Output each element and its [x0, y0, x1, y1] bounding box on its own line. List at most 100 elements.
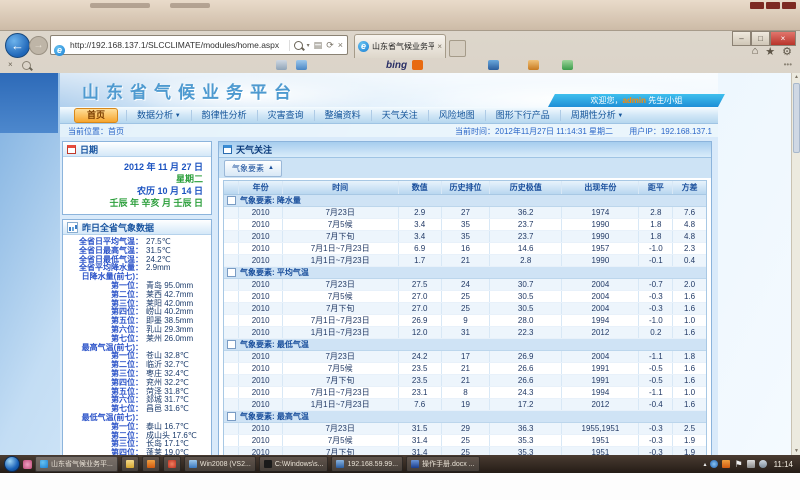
back-button[interactable]: ← [5, 33, 30, 58]
group-header-row[interactable]: 气象要素: 最高气温 [224, 411, 706, 423]
maximize-button[interactable]: □ [751, 31, 770, 46]
network-globe-icon[interactable] [710, 460, 718, 468]
page-scrollbar[interactable]: ▲ ▼ [791, 73, 800, 456]
row-select-cell [224, 181, 238, 194]
table-row[interactable]: 20107月23日31.52936.31955,1951-0.32.5 [224, 423, 706, 435]
table-row[interactable]: 20107月23日2.92736.219742.87.6 [224, 207, 706, 219]
table-cell: 1.6 [672, 375, 706, 386]
scroll-up-icon[interactable]: ▲ [792, 73, 800, 82]
table-row[interactable]: 20107月5候27.02530.52004-0.31.6 [224, 291, 706, 303]
table-row[interactable]: 20107月5候31.42535.31951-0.31.9 [224, 435, 706, 447]
url-text[interactable]: http://192.168.137.1/SLCCLIMATE/modules/… [65, 40, 289, 50]
search-icon[interactable] [294, 41, 303, 50]
table-row[interactable]: 20107月23日27.52430.72004-0.72.0 [224, 279, 706, 291]
compatibility-view-icon[interactable] [22, 61, 31, 72]
nav-item-周期性分析[interactable]: 周期性分析 ▼ [560, 110, 634, 121]
display-icon[interactable] [747, 460, 755, 468]
table-row[interactable]: 20101月1日~7月23日1.7212.81990-0.10.4 [224, 255, 706, 267]
favorites-star-icon[interactable]: ★ [765, 45, 775, 58]
table-row[interactable]: 20107月1日~7月23日23.1824.31994-1.11.0 [224, 387, 706, 399]
taskbar-word-window[interactable]: 操作手册.docx ... [406, 456, 480, 472]
volume-icon[interactable] [759, 460, 767, 468]
window-controls: – □ × [732, 31, 796, 46]
new-tab-button[interactable] [449, 40, 466, 57]
group-checkbox[interactable] [227, 196, 236, 205]
camera-plugin-icon[interactable] [488, 60, 499, 72]
element-filter-button[interactable]: 气象要素 ▲ [224, 160, 282, 177]
table-row[interactable]: 20107月1日~7月23日6.91614.61957-1.02.3 [224, 243, 706, 255]
group-checkbox[interactable] [227, 340, 236, 349]
send-plugin-icon[interactable] [296, 60, 307, 72]
group-header-row[interactable]: 气象要素: 降水量 [224, 195, 706, 207]
group-label: 气象要素: 平均气温 [236, 267, 309, 278]
nav-item-风险地图[interactable]: 风险地图 [428, 110, 485, 121]
table-cell: 36.2 [489, 207, 561, 218]
page-icon[interactable]: ▤ [314, 40, 323, 51]
table-cell: 2.8 [638, 207, 672, 218]
taskbar-ie-window[interactable]: 山东省气候业务平... [35, 456, 118, 472]
group-header-row[interactable]: 气象要素: 平均气温 [224, 267, 706, 279]
taskbar-app-red[interactable] [163, 456, 181, 472]
stop-icon[interactable]: × [338, 40, 343, 50]
nav-item-数据分析[interactable]: 数据分析 ▼ [126, 110, 191, 121]
table-cell: 1.9 [672, 435, 706, 446]
left-sidebar: 日期 2012 年 11 月 27 日 星期二 农历 10 月 14 日 壬辰 … [62, 137, 212, 456]
nav-item-韵律性分析[interactable]: 韵律性分析 [191, 110, 257, 121]
gear-icon[interactable]: ⚙ [782, 45, 792, 58]
search-dropdown-icon[interactable]: ▾ [307, 42, 310, 49]
tab-close-icon[interactable]: × [437, 42, 442, 51]
taskbar-app-orange[interactable] [142, 456, 160, 472]
table-row[interactable]: 20101月1日~7月23日7.61917.22012-0.41.6 [224, 399, 706, 411]
taskbar-explorer[interactable] [121, 456, 139, 472]
home-icon[interactable]: ⌂ [752, 45, 759, 58]
nav-item-整编资料[interactable]: 整编资料 [314, 110, 371, 121]
table-row[interactable]: 20107月下旬3.43523.719901.84.8 [224, 231, 706, 243]
browser-tab[interactable]: e 山东省气候业务平... × [354, 34, 446, 58]
bing-logo[interactable]: bing [386, 60, 407, 71]
pinned-app-icon[interactable] [23, 460, 32, 469]
welcome-banner: 欢迎您，admin 先生/小姐 [548, 94, 725, 107]
baidu-plugin-icon[interactable] [412, 60, 423, 72]
table-cell: 31.5 [398, 423, 441, 434]
scrollbar-thumb[interactable] [793, 83, 800, 153]
row-select-cell [224, 231, 238, 242]
weather-data-table: 年份时间数值历史排位历史极值出现年份距平方差气象要素: 降水量20107月23日… [223, 180, 707, 456]
group-label: 气象要素: 最高气温 [236, 411, 309, 422]
share-plugin-icon[interactable] [562, 60, 573, 72]
taskbar-cmd-window[interactable]: C:\Windows\s... [259, 456, 329, 472]
taskbar-vm-window[interactable]: Win2008 (VS2... [184, 456, 256, 472]
hidden-icons-arrow[interactable]: ▴ [703, 461, 706, 468]
table-cell: 25 [441, 303, 489, 314]
pet-plugin-icon[interactable] [528, 60, 539, 72]
table-row[interactable]: 20107月5候23.52126.61991-0.51.6 [224, 363, 706, 375]
group-header-row[interactable]: 气象要素: 最低气温 [224, 339, 706, 351]
table-row[interactable]: 20107月1日~7月23日26.9928.01994-1.01.0 [224, 315, 706, 327]
mail-plugin-icon[interactable] [276, 60, 287, 72]
flame-app-icon[interactable] [722, 460, 730, 468]
table-cell: 8 [441, 387, 489, 398]
table-row[interactable]: 20107月23日24.21726.92004-1.11.8 [224, 351, 706, 363]
table-row[interactable]: 20101月1日~7月23日12.03122.320120.21.6 [224, 327, 706, 339]
table-row[interactable]: 20107月下旬27.02530.52004-0.31.6 [224, 303, 706, 315]
nav-item-天气关注[interactable]: 天气关注 [371, 110, 428, 121]
group-checkbox[interactable] [227, 412, 236, 421]
start-button[interactable] [4, 456, 20, 472]
more-dots-icon[interactable]: ••• [784, 60, 792, 69]
address-bar[interactable]: e http://192.168.137.1/SLCCLIMATE/module… [50, 35, 348, 55]
minimize-button[interactable]: – [732, 31, 751, 46]
table-row[interactable]: 20107月下旬23.52126.61991-0.51.6 [224, 375, 706, 387]
group-checkbox[interactable] [227, 268, 236, 277]
refresh-icon[interactable]: ⟳ [326, 40, 334, 51]
forward-button[interactable]: → [29, 36, 48, 55]
table-row[interactable]: 20107月5候3.43523.719901.84.8 [224, 219, 706, 231]
row-select-cell [224, 363, 238, 374]
action-center-flag-icon[interactable]: ⚑ [734, 460, 742, 469]
close-button[interactable]: × [770, 31, 796, 46]
close-commandbar-icon[interactable]: × [8, 60, 13, 69]
taskbar-remote-window[interactable]: 192.168.59.99... [331, 456, 403, 472]
nav-item-图形下行产品[interactable]: 图形下行产品 [485, 110, 560, 121]
nav-item-首页[interactable]: 首页 [74, 108, 118, 123]
screen: ← → e http://192.168.137.1/SLCCLIMATE/mo… [0, 0, 800, 500]
nav-item-灾害查询[interactable]: 灾害查询 [257, 110, 314, 121]
taskbar-clock[interactable]: 11:14 [774, 460, 793, 469]
